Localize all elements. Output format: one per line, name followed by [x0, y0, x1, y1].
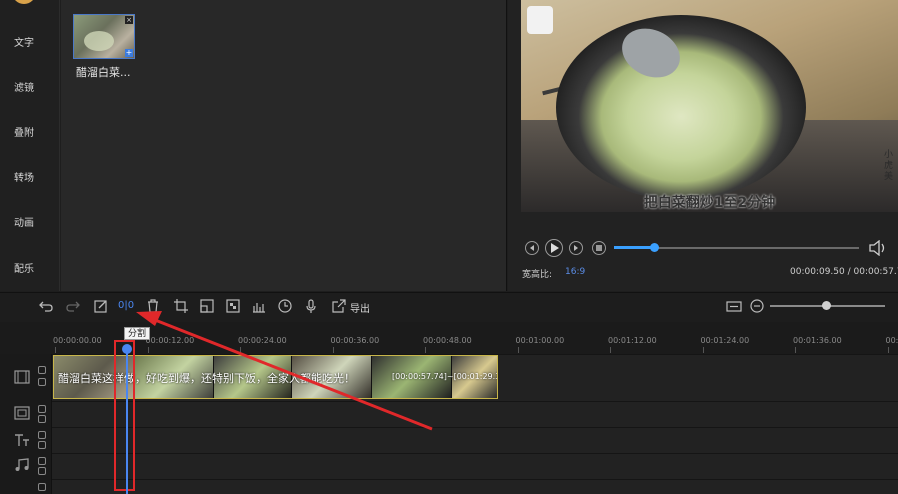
mic-icon[interactable]	[303, 298, 319, 314]
left-sidebar: 文字 滤镜 叠附 转场 动画 配乐	[0, 0, 60, 291]
stop-button[interactable]	[592, 241, 606, 255]
add-icon[interactable]: +	[125, 49, 133, 57]
play-icon	[551, 243, 559, 253]
previous-icon	[530, 245, 534, 251]
ruler-tick	[55, 347, 56, 353]
previous-frame-button[interactable]	[525, 241, 539, 255]
edit-icon[interactable]	[93, 298, 109, 314]
stop-icon	[596, 245, 602, 251]
film-icon	[14, 370, 30, 384]
delete-icon[interactable]	[145, 298, 161, 314]
lock-icon[interactable]	[38, 378, 46, 386]
crop-icon[interactable]	[173, 298, 189, 314]
ruler-tick-label: 00:00:12.00	[145, 336, 195, 345]
ruler-tick-label: 00:01:24.00	[700, 336, 750, 345]
music-note-icon	[15, 458, 29, 471]
volume-icon[interactable]	[868, 240, 886, 256]
video-subtitle: 把白菜翻炒1至2分钟	[643, 195, 776, 211]
clock-icon[interactable]	[277, 298, 293, 314]
lock-icon[interactable]	[38, 467, 46, 475]
aspect-ratio-value[interactable]: 16:9	[565, 267, 585, 277]
playback-progress-handle[interactable]	[649, 243, 659, 252]
split-icon[interactable]: 0|0	[118, 300, 136, 316]
ruler-tick-label: 00:00:48.00	[423, 336, 472, 345]
export-button[interactable]: 导出	[350, 300, 370, 315]
audio-icon[interactable]	[251, 298, 267, 314]
track-volume-icon[interactable]	[38, 366, 46, 374]
avatar[interactable]	[12, 0, 36, 4]
sidebar-item-music[interactable]: 配乐	[0, 260, 60, 275]
lock-icon[interactable]	[38, 415, 46, 423]
video-logo	[527, 6, 553, 34]
track-visibility-icon[interactable]	[38, 431, 46, 439]
track-volume-icon[interactable]	[38, 483, 46, 491]
ruler-tick	[240, 347, 241, 353]
ruler-tick	[332, 347, 334, 353]
video-preview[interactable]: 把白菜翻炒1至2分钟 小虎美	[521, 0, 898, 212]
playhead[interactable]	[126, 348, 128, 494]
fit-icon[interactable]	[726, 298, 742, 314]
ruler-tick-label: 00:01:4	[885, 336, 898, 345]
next-icon	[574, 245, 578, 251]
mosaic-icon[interactable]	[225, 298, 241, 314]
ruler-tick	[147, 347, 149, 353]
redo-icon[interactable]	[65, 298, 81, 314]
track-volume-icon[interactable]	[38, 457, 46, 465]
media-thumbnail-label: 醋溜白菜...	[76, 66, 131, 79]
thumbnail-image-detail	[84, 31, 114, 51]
sidebar-item-transition[interactable]: 转场	[0, 169, 60, 184]
ruler-tick-label: 00:01:12.00	[608, 336, 657, 345]
annotation-highlight-box	[114, 340, 135, 491]
clip-time-range: [00:00:57.74]~[00:01:29.3	[392, 372, 498, 381]
ruler-tick-label: 00:00:36.00	[330, 336, 380, 345]
resize-icon[interactable]	[199, 298, 215, 314]
media-thumbnail[interactable]: × +	[73, 14, 135, 59]
playhead-handle[interactable]	[122, 344, 132, 354]
ruler-tick-label: 00:00:00.00	[53, 336, 102, 345]
sidebar-item-overlay[interactable]: 叠附	[0, 124, 60, 139]
time-readout: 00:00:09.50 / 00:00:57.7	[790, 267, 898, 277]
lock-icon[interactable]	[38, 441, 46, 449]
split-tooltip: 分割	[124, 327, 151, 340]
ruler-tick	[610, 347, 611, 353]
clip-title: 醋溜白菜这样做，好吃到爆，还特别下饭，全家人都能吃光！	[58, 372, 355, 385]
sidebar-item-text[interactable]: 文字	[0, 34, 60, 49]
playback-progress-fill	[614, 246, 655, 249]
ruler-tick-label: 00:00:24.00	[238, 336, 287, 345]
ruler-tick-label: 00:01:00.00	[515, 336, 565, 345]
zoom-out-icon[interactable]	[749, 298, 765, 314]
ruler-tick	[887, 347, 889, 353]
video-wok	[556, 15, 806, 200]
next-frame-button[interactable]	[569, 241, 583, 255]
ruler-tick	[702, 347, 704, 353]
ruler-tick	[795, 347, 796, 353]
overlay-track-icon	[14, 406, 30, 420]
close-icon[interactable]: ×	[125, 16, 133, 24]
aspect-ratio-label: 宽高比:	[522, 270, 553, 280]
ruler-tick	[517, 347, 519, 353]
track-visibility-icon[interactable]	[38, 405, 46, 413]
sidebar-item-animation[interactable]: 动画	[0, 214, 60, 229]
ruler-tick	[425, 347, 426, 353]
text-track-icon	[15, 434, 29, 446]
sidebar-item-filter[interactable]: 滤镜	[0, 79, 60, 94]
ruler-tick-label: 00:01:36.00	[793, 336, 842, 345]
play-button[interactable]	[545, 239, 563, 257]
zoom-slider-handle[interactable]	[821, 301, 831, 310]
video-side-text: 小虎美	[884, 150, 894, 182]
export-icon[interactable]	[331, 298, 347, 314]
undo-icon[interactable]	[38, 298, 54, 314]
